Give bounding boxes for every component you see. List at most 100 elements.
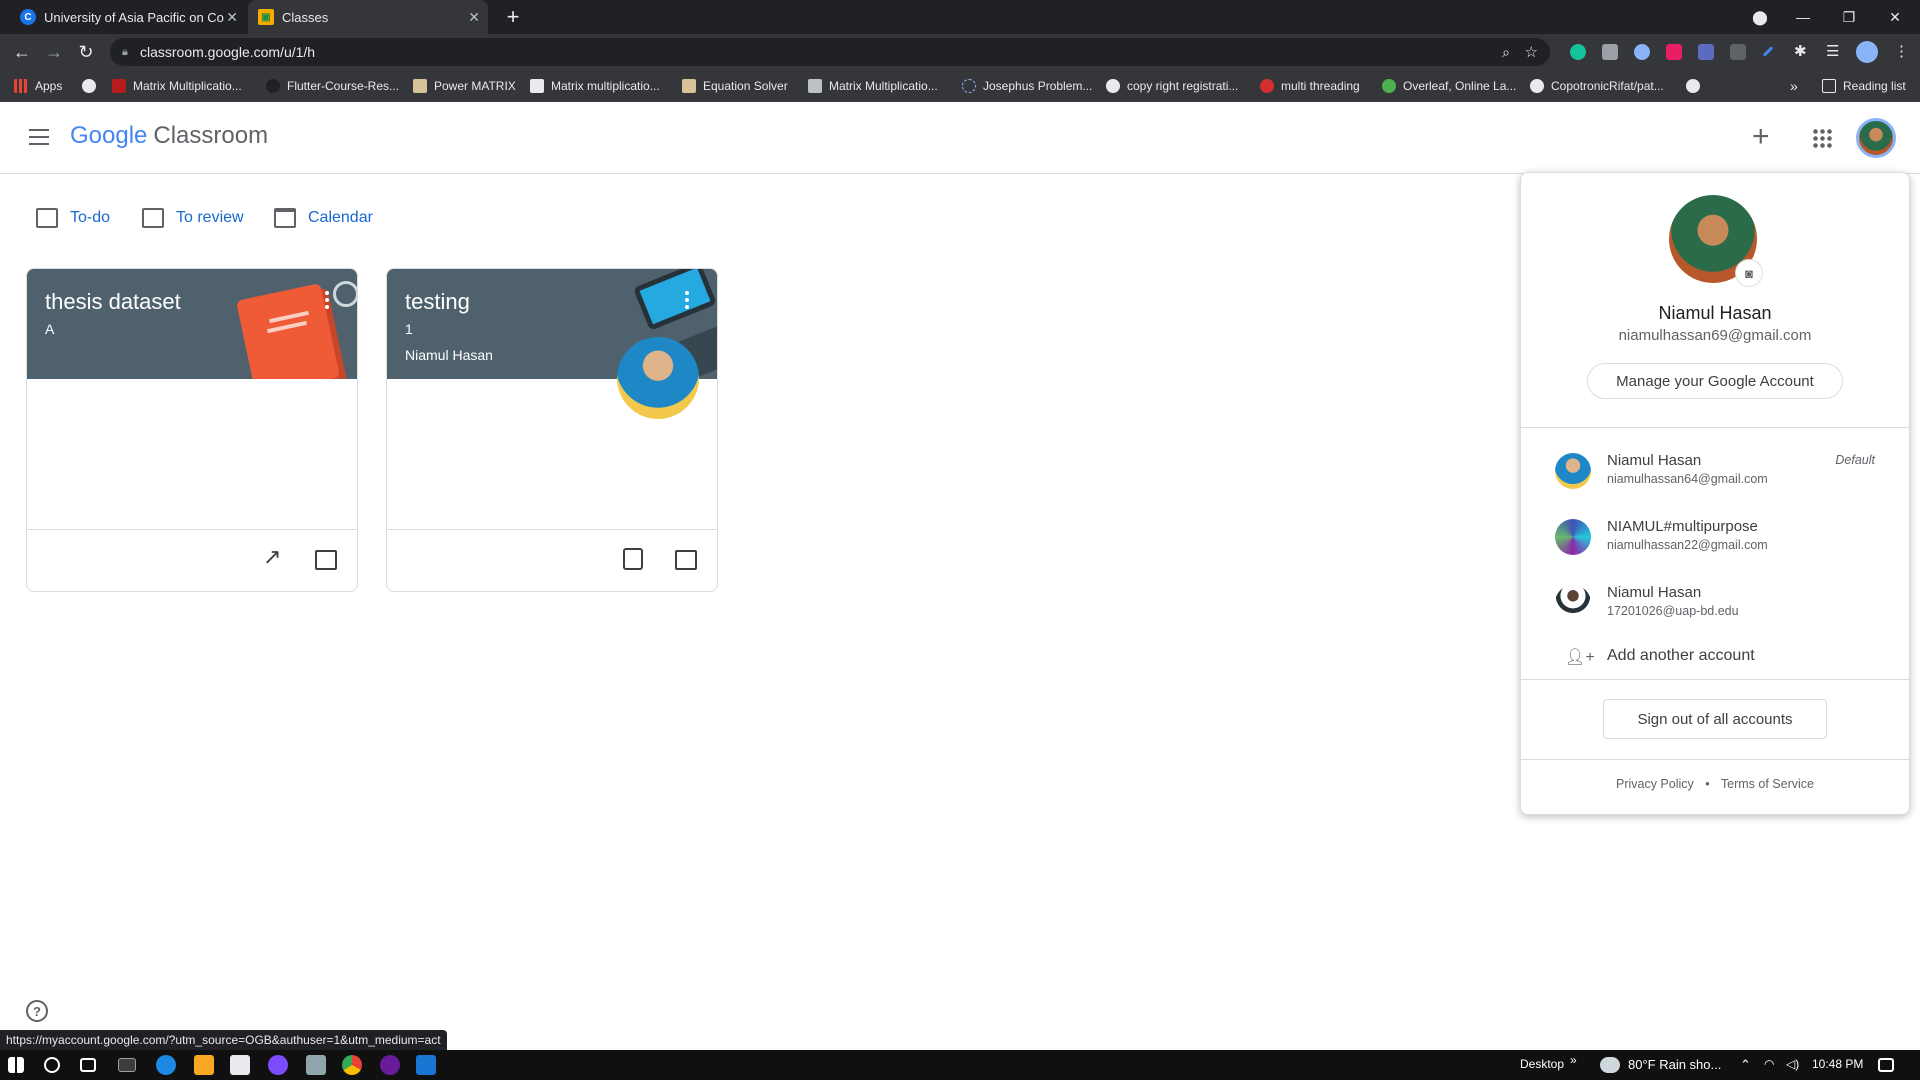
app-icon[interactable]	[306, 1055, 326, 1075]
flag-extension-icon[interactable]	[1666, 44, 1682, 60]
terminal-icon[interactable]	[118, 1058, 136, 1072]
desktop-chevron[interactable]: »	[1570, 1053, 1577, 1067]
account-avatar[interactable]	[1856, 118, 1896, 158]
windows-start-icon[interactable]	[8, 1057, 24, 1073]
class-title[interactable]: thesis dataset	[45, 289, 181, 315]
puzzle-icon[interactable]: ✱	[1794, 42, 1810, 60]
create-class-plus-icon[interactable]: +	[1752, 120, 1770, 154]
google-apps-icon[interactable]	[1812, 128, 1832, 148]
screen-extension-icon[interactable]	[1730, 44, 1746, 60]
weather-text[interactable]: 80°F Rain sho...	[1628, 1057, 1721, 1072]
to-review-link[interactable]: To review	[142, 208, 244, 228]
new-tab-icon[interactable]: +	[500, 4, 526, 30]
bookmark-item[interactable]: Overleaf, Online La...	[1382, 70, 1516, 102]
back-icon[interactable]: ←	[10, 40, 34, 64]
search-icon[interactable]	[44, 1057, 60, 1073]
main-menu-icon[interactable]	[24, 124, 54, 154]
close-icon[interactable]: ✕	[226, 9, 238, 26]
gradebook-icon[interactable]	[623, 548, 643, 570]
class-banner[interactable]: thesis dataset A	[27, 269, 357, 379]
file-explorer-icon[interactable]	[194, 1055, 214, 1075]
add-person-icon: 👤︎+	[1565, 649, 1595, 666]
zoom-icon[interactable]: ⌕	[1502, 44, 1510, 61]
bookmark-item[interactable]: Matrix Multiplicatio...	[808, 70, 938, 102]
wifi-icon[interactable]: ◠	[1764, 1057, 1774, 1071]
reading-list-button[interactable]: Reading list	[1822, 70, 1906, 102]
close-icon[interactable]: ✕	[468, 9, 480, 26]
forward-icon[interactable]: →	[42, 40, 66, 64]
bookmark-item[interactable]: CopotronicRifat/pat...	[1530, 70, 1664, 102]
folder-icon[interactable]	[675, 550, 697, 570]
profile-avatar-icon[interactable]	[1856, 41, 1878, 63]
menu-kebab-icon[interactable]: ⋮	[1894, 42, 1910, 60]
notification-icon[interactable]	[1878, 1058, 1894, 1072]
weather-cloud-icon[interactable]	[1600, 1057, 1620, 1073]
account-list-item[interactable]: Niamul Hasan 17201026@uap-bd.edu	[1521, 571, 1909, 633]
tab-classes[interactable]: ▣ Classes ✕	[248, 0, 488, 34]
desktop-toolbar[interactable]: Desktop	[1520, 1057, 1564, 1071]
divider	[1521, 759, 1909, 760]
task-view-icon[interactable]	[80, 1058, 96, 1072]
download-extension-icon[interactable]	[1698, 44, 1714, 60]
mail-icon[interactable]	[230, 1055, 250, 1075]
reading-list-toolbar-icon[interactable]: ☰	[1826, 42, 1842, 60]
edge-icon[interactable]	[156, 1055, 176, 1075]
bookmark-item[interactable]	[1686, 70, 1707, 102]
google-classroom-logo[interactable]: Google Classroom	[70, 122, 268, 150]
bookmark-item[interactable]: Equation Solver	[682, 70, 788, 102]
bookmark-item[interactable]: copy right registrati...	[1106, 70, 1238, 102]
folder-icon[interactable]	[315, 550, 337, 570]
camera-extension-icon[interactable]	[1602, 44, 1618, 60]
app-circle-icon[interactable]	[380, 1055, 400, 1075]
more-bookmarks-icon[interactable]: »	[1790, 70, 1798, 102]
tab-university[interactable]: C University of Asia Pacific on Cour ✕	[10, 0, 246, 34]
bookmark-item[interactable]: Matrix Multiplicatio...	[112, 70, 242, 102]
bookmarks-bar: Apps Matrix Multiplicatio... Flutter-Cou…	[0, 70, 1920, 102]
bookmark-item[interactable]: Flutter-Course-Res...	[266, 70, 399, 102]
class-title[interactable]: testing	[405, 289, 470, 315]
class-card[interactable]: testing 1 Niamul Hasan	[386, 268, 718, 592]
bookmark-label: Overleaf, Online La...	[1403, 79, 1517, 93]
terms-of-service-link[interactable]: Terms of Service	[1721, 777, 1814, 791]
restore-icon[interactable]: ❐	[1826, 0, 1872, 34]
star-icon[interactable]: ☆	[1525, 43, 1538, 61]
privacy-policy-link[interactable]: Privacy Policy	[1616, 777, 1694, 791]
bookmark-item[interactable]	[82, 70, 103, 102]
tablet-illustration	[633, 269, 717, 331]
site-favicon-icon	[530, 79, 544, 93]
chrome-icon[interactable]	[342, 1055, 362, 1075]
camera-icon[interactable]: ◙	[1735, 259, 1763, 287]
bookmark-item[interactable]: Josephus Problem...	[962, 70, 1092, 102]
bookmark-apps[interactable]: Apps	[14, 70, 62, 102]
trending-up-icon[interactable]: ↗	[263, 544, 285, 569]
sign-out-button[interactable]: Sign out of all accounts	[1603, 699, 1827, 739]
minimize-icon[interactable]: —	[1780, 0, 1826, 34]
help-icon[interactable]: ?	[26, 1000, 48, 1022]
bookmark-item[interactable]: multi threading	[1260, 70, 1360, 102]
add-account-button[interactable]: 👤︎+ Add another account	[1521, 635, 1909, 679]
account-list-item[interactable]: NIAMUL#multipurpose niamulhassan22@gmail…	[1521, 505, 1909, 567]
account-list-item[interactable]: Niamul Hasan niamulhassan64@gmail.com De…	[1521, 439, 1909, 501]
pen-extension-icon[interactable]	[1762, 46, 1774, 57]
tray-chevron-icon[interactable]: ⌃	[1740, 1057, 1751, 1073]
messenger-icon[interactable]	[268, 1055, 288, 1075]
todo-link[interactable]: To-do	[36, 208, 110, 228]
reload-icon[interactable]: ↻	[74, 40, 98, 64]
bookmark-label: copy right registrati...	[1127, 79, 1239, 93]
clock-time[interactable]: 10:48 PM	[1812, 1057, 1863, 1071]
extension-icon[interactable]	[1634, 44, 1650, 60]
class-card[interactable]: thesis dataset A ↗	[26, 268, 358, 592]
calendar-link[interactable]: Calendar	[274, 208, 373, 228]
review-folder-icon	[142, 208, 164, 228]
profile-menu-icon[interactable]: ⬤	[1737, 0, 1783, 34]
bookmark-item[interactable]: Power MATRIX	[413, 70, 516, 102]
grammarly-extension-icon[interactable]	[1570, 44, 1586, 60]
volume-icon[interactable]: ◁)	[1786, 1057, 1799, 1071]
class-options-icon[interactable]	[685, 291, 689, 312]
bookmark-item[interactable]: Matrix multiplicatio...	[530, 70, 660, 102]
class-options-icon[interactable]	[325, 291, 329, 312]
window-close-icon[interactable]: ✕	[1872, 0, 1918, 34]
vscode-icon[interactable]	[416, 1055, 436, 1075]
manage-account-button[interactable]: Manage your Google Account	[1587, 363, 1843, 399]
address-bar[interactable]: 🔒︎ classroom.google.com/u/1/h ⌕ ☆	[110, 38, 1550, 66]
